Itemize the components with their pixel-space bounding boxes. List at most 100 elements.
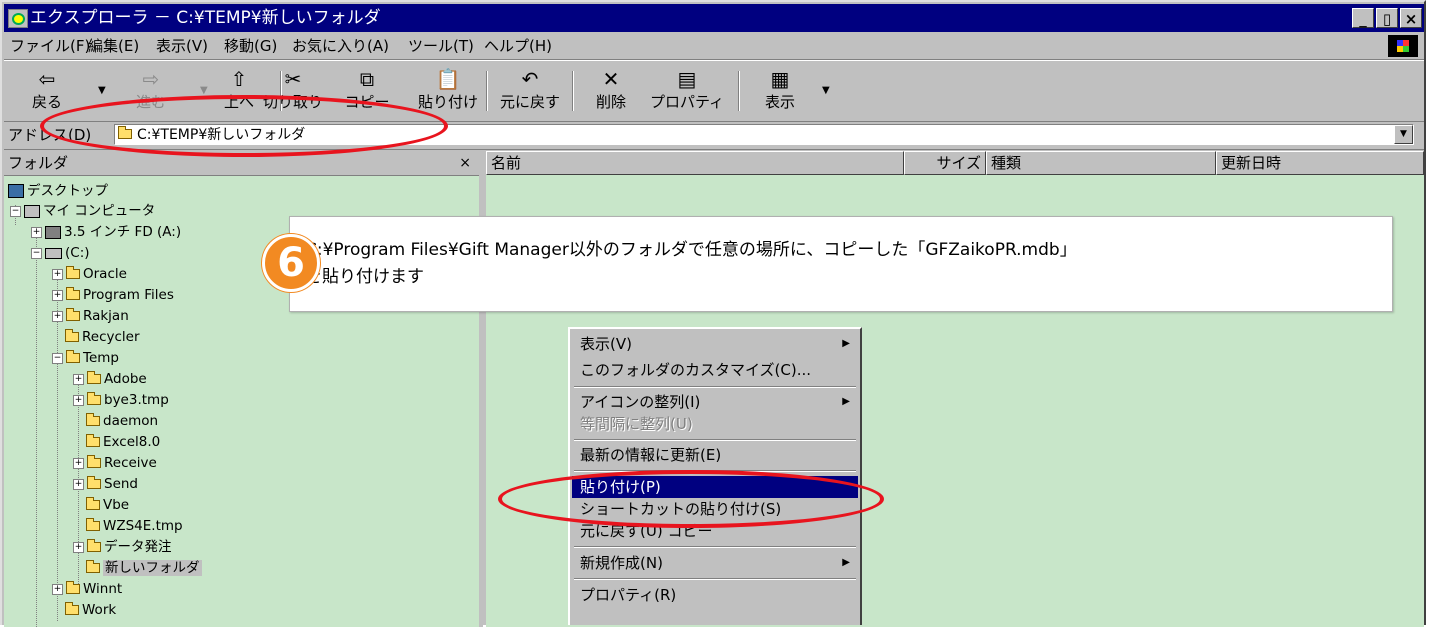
submenu-arrow-icon: ▶ — [842, 396, 850, 407]
instruction-line-2: を貼り付けます — [305, 267, 424, 287]
tree-item-floppy[interactable]: +3.5 インチ FD (A:) — [31, 222, 181, 243]
expand-icon[interactable]: + — [73, 457, 84, 469]
back-button[interactable]: ⇦ 戻る — [12, 67, 82, 112]
view-label: 表示 — [764, 93, 795, 111]
undo-icon: ↶ — [521, 67, 539, 91]
menu-tools[interactable]: ツール(T) — [408, 33, 474, 59]
column-header-type[interactable]: 種類 — [986, 151, 1216, 175]
menu-item-refresh[interactable]: 最新の情報に更新(E) — [572, 444, 858, 466]
tree-item-oracle[interactable]: + Oracle — [52, 264, 127, 285]
menu-item-new[interactable]: 新規作成(N) ▶ — [572, 552, 858, 574]
menu-separator — [574, 546, 856, 548]
tree-item-receive[interactable]: + Receive — [73, 453, 157, 474]
properties-button[interactable]: ▤ プロパティ — [644, 67, 730, 112]
paste-label: 貼り付け — [417, 93, 478, 111]
folder-icon — [66, 308, 80, 321]
menu-separator — [574, 439, 856, 441]
menu-help[interactable]: ヘルプ(H) — [484, 33, 552, 59]
menu-item-arrange-label: アイコンの整列(I) — [580, 393, 701, 411]
maximize-button[interactable]: ▯ — [1376, 8, 1398, 28]
expand-icon[interactable]: + — [31, 226, 42, 238]
tree-item-daemon[interactable]: daemon — [73, 411, 158, 432]
menu-item-arrange-icons[interactable]: アイコンの整列(I) ▶ — [572, 391, 858, 413]
delete-button[interactable]: ✕ 削除 — [576, 67, 646, 112]
expand-icon[interactable]: + — [52, 310, 63, 322]
tree-item-send[interactable]: + Send — [73, 474, 138, 495]
tree-item-work[interactable]: Work — [52, 600, 116, 621]
step-number-badge: 6 — [262, 234, 320, 292]
expand-icon[interactable]: + — [73, 373, 84, 385]
collapse-icon[interactable]: − — [52, 352, 63, 364]
instruction-text: C:¥Program Files¥Gift Manager以外のフォルダで任意の… — [305, 237, 1385, 291]
toolbar-separator — [572, 71, 574, 111]
expand-icon[interactable]: + — [73, 541, 84, 553]
close-button[interactable]: × — [1400, 8, 1422, 28]
folder-icon — [86, 518, 100, 531]
tree-item-desktop[interactable]: デスクトップ — [8, 181, 108, 202]
tree-item-mycomputer[interactable]: − マイ コンピュータ — [10, 201, 155, 222]
expand-icon[interactable]: + — [73, 478, 84, 490]
tree-item-data-order[interactable]: + データ発注 — [73, 537, 172, 558]
tree-item-temp[interactable]: − Temp — [52, 348, 119, 369]
folder-pane-close-icon[interactable]: × — [459, 151, 471, 175]
menu-item-properties[interactable]: プロパティ(R) — [572, 584, 858, 606]
tree-item-recycler[interactable]: Recycler — [52, 327, 140, 348]
undo-label: 元に戻す — [499, 93, 560, 111]
folder-icon — [87, 476, 101, 489]
floppy-drive-icon — [45, 225, 61, 239]
hard-drive-icon — [45, 247, 62, 259]
address-dropdown-button[interactable]: ▼ — [1394, 125, 1413, 144]
back-arrow-icon: ⇦ — [38, 67, 56, 91]
view-dropdown-icon[interactable]: ▼ — [822, 85, 830, 96]
paste-button[interactable]: 📋 貼り付け — [410, 67, 486, 112]
menu-item-view[interactable]: 表示(V) ▶ — [572, 333, 858, 355]
collapse-icon[interactable]: − — [31, 247, 42, 259]
tree-item-vbe[interactable]: Vbe — [73, 495, 129, 516]
tree-item-wzs4e[interactable]: WZS4E.tmp — [73, 516, 183, 537]
expand-icon[interactable]: + — [52, 583, 63, 595]
scissors-icon: ✂ — [284, 67, 302, 91]
undo-button[interactable]: ↶ 元に戻す — [490, 67, 570, 112]
expand-icon[interactable]: + — [73, 394, 84, 406]
column-header-modified[interactable]: 更新日時 — [1216, 151, 1424, 175]
tree-item-excel[interactable]: Excel8.0 — [73, 432, 160, 453]
menu-separator — [574, 578, 856, 580]
folder-icon — [65, 329, 79, 342]
folder-icon — [87, 371, 101, 384]
column-header-name[interactable]: 名前 — [486, 151, 904, 175]
toolbar-separator — [738, 71, 740, 111]
back-label: 戻る — [31, 93, 62, 111]
folder-icon — [86, 434, 100, 447]
copy-icon: ⧉ — [359, 67, 375, 91]
tree-item-winnt[interactable]: + Winnt — [52, 579, 122, 600]
back-dropdown-icon[interactable]: ▼ — [98, 85, 106, 96]
tree-item-bye3[interactable]: + bye3.tmp — [73, 390, 169, 411]
column-header-size[interactable]: サイズ — [904, 151, 986, 175]
menu-favorites[interactable]: お気に入り(A) — [292, 33, 389, 59]
menu-item-customize[interactable]: このフォルダのカスタマイズ(C)... — [572, 359, 858, 381]
collapse-icon[interactable]: − — [10, 205, 21, 217]
tree-item-c-drive[interactable]: − (C:) — [31, 243, 90, 264]
menu-view[interactable]: 表示(V) — [156, 33, 208, 59]
toolbar-separator — [486, 71, 488, 111]
expand-icon[interactable]: + — [52, 268, 63, 280]
title-bar[interactable]: エクスプローラ － C:¥TEMP¥新しいフォルダ _ ▯ × — [4, 4, 1424, 32]
view-button[interactable]: ▦ 表示 — [750, 67, 810, 112]
menu-edit[interactable]: 編集(E) — [88, 33, 139, 59]
folder-icon — [87, 455, 101, 468]
expand-icon[interactable]: + — [52, 289, 63, 301]
forward-arrow-icon: ⇨ — [142, 67, 160, 91]
desktop-icon — [8, 184, 24, 198]
folder-icon — [86, 497, 100, 510]
windows-logo-icon — [1388, 35, 1418, 57]
tree-item-new-folder[interactable]: 新しいフォルダ — [73, 558, 202, 579]
menu-file[interactable]: ファイル(F) — [10, 33, 90, 59]
menu-item-view-label: 表示(V) — [580, 335, 632, 353]
tree-item-adobe[interactable]: + Adobe — [73, 369, 147, 390]
instruction-callout: C:¥Program Files¥Gift Manager以外のフォルダで任意の… — [289, 216, 1393, 312]
minimize-button[interactable]: _ — [1352, 8, 1374, 28]
tree-item-rakjan[interactable]: + Rakjan — [52, 306, 129, 327]
tree-item-program-files[interactable]: + Program Files — [52, 285, 174, 306]
menu-go[interactable]: 移動(G) — [224, 33, 277, 59]
properties-label: プロパティ — [649, 93, 725, 111]
